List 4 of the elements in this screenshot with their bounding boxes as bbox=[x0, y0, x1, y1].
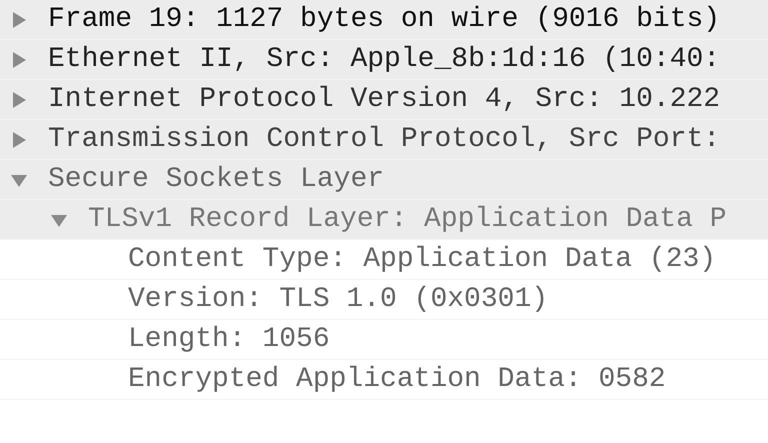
tree-item-label[interactable]: Version: TLS 1.0 (0x0301) bbox=[128, 284, 548, 315]
tree-item-label[interactable]: Length: 1056 bbox=[128, 324, 330, 355]
tree-item-label[interactable]: Content Type: Application Data (23) bbox=[128, 244, 716, 275]
tree-item-label[interactable]: Encrypted Application Data: 0582 bbox=[128, 364, 666, 395]
